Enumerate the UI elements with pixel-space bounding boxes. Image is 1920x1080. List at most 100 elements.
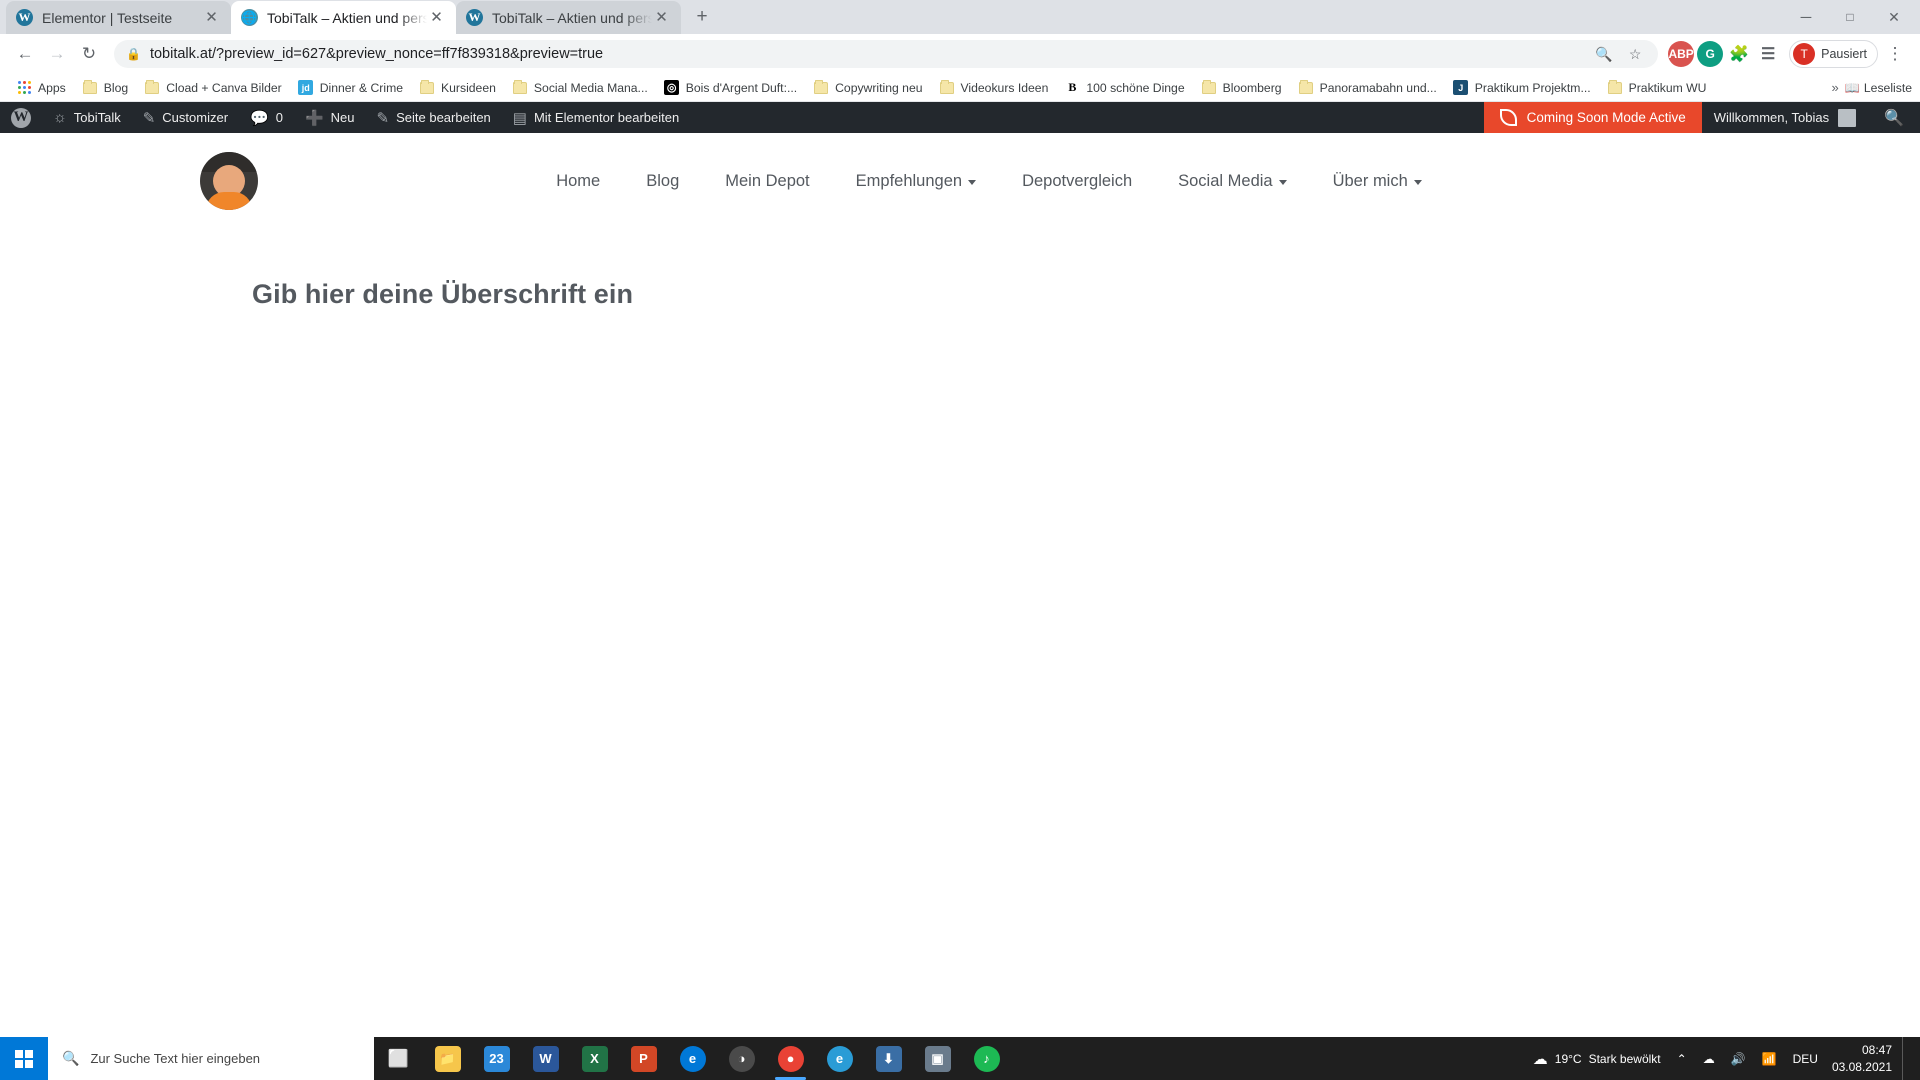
spotify-icon[interactable]: ♪	[962, 1037, 1011, 1080]
site-header: Home Blog Mein Depot Empfehlungen Depotv…	[0, 133, 1920, 229]
tray-language-label[interactable]: DEU	[1785, 1052, 1826, 1066]
avatar: T	[1793, 43, 1816, 65]
profile-button[interactable]: T Pausiert	[1789, 40, 1878, 68]
calendar-icon[interactable]: 23	[472, 1037, 521, 1080]
nav-item-home[interactable]: Home	[533, 164, 623, 199]
minimize-button[interactable]: ─	[1784, 2, 1828, 32]
task-view-icon[interactable]: ⬜	[374, 1037, 423, 1080]
bookmark-item[interactable]: Kursideen	[411, 77, 504, 99]
bookmark-label: Apps	[38, 80, 66, 95]
address-bar[interactable]: 🔒 tobitalk.at/?preview_id=627&preview_no…	[114, 40, 1659, 68]
bookmark-item[interactable]: Videokurs Ideen	[931, 77, 1057, 99]
tray-onedrive-icon[interactable]: ☁	[1695, 1052, 1723, 1066]
admin-item-comments[interactable]: 💬 0	[239, 102, 294, 133]
edge-icon[interactable]: e	[668, 1037, 717, 1080]
tray-volume-icon[interactable]: 🔊	[1723, 1052, 1754, 1066]
bookmarks-overflow-icon[interactable]: »	[1825, 78, 1844, 97]
bookmark-item[interactable]: jd Dinner & Crime	[290, 77, 411, 99]
bookmark-item[interactable]: J Praktikum Projektm...	[1445, 77, 1599, 99]
weather-desc: Stark bewölkt	[1588, 1051, 1661, 1066]
nav-item-depotvergleich[interactable]: Depotvergleich	[999, 164, 1155, 199]
browser-tab-2[interactable]: TobiTalk – Aktien und persönliche ✕	[231, 1, 456, 34]
word-icon[interactable]: W	[521, 1037, 570, 1080]
tray-chevron-icon[interactable]: ⌃	[1669, 1052, 1695, 1066]
bookmark-apps[interactable]: Apps	[8, 77, 74, 99]
browser-window: Elementor | Testseite ✕ TobiTalk – Aktie…	[0, 0, 1920, 1037]
bookmark-label: Praktikum WU	[1628, 80, 1707, 95]
tray-network-icon[interactable]: 📶	[1754, 1052, 1785, 1066]
converter-icon[interactable]: ⬇	[864, 1037, 913, 1080]
bookmark-item[interactable]: Praktikum WU	[1599, 77, 1715, 99]
clock-date: 03.08.2021	[1831, 1059, 1892, 1074]
bookmark-item[interactable]: ◎ Bois d'Argent Duft:...	[656, 77, 805, 99]
taskbar-search-input[interactable]: 🔍 Zur Suche Text hier eingeben	[48, 1037, 374, 1080]
bookmark-item[interactable]: Social Media Mana...	[504, 77, 656, 99]
coming-soon-badge[interactable]: Coming Soon Mode Active	[1483, 102, 1702, 133]
start-button[interactable]	[0, 1037, 48, 1080]
site-logo-avatar[interactable]	[200, 152, 258, 210]
bookmark-star-icon[interactable]: ☆	[1624, 43, 1646, 65]
site-content: Home Blog Mein Depot Empfehlungen Depotv…	[0, 133, 1920, 993]
powerpoint-icon[interactable]: P	[619, 1037, 668, 1080]
reading-list-label: Leseliste	[1863, 80, 1912, 95]
window-close-button[interactable]: ✕	[1872, 2, 1916, 32]
bookmark-item[interactable]: Cload + Canva Bilder	[136, 77, 290, 99]
admin-item-edit-elementor[interactable]: ▤ Mit Elementor bearbeiten	[502, 102, 690, 133]
close-icon[interactable]: ✕	[652, 8, 671, 27]
bookmark-item[interactable]: Bloomberg	[1193, 77, 1290, 99]
admin-item-site[interactable]: ☼ TobiTalk	[42, 102, 132, 133]
edge2-icon[interactable]: e	[815, 1037, 864, 1080]
bookmark-item[interactable]: Blog	[74, 77, 136, 99]
photos-icon[interactable]: ▣	[913, 1037, 962, 1080]
puzzle-extensions-icon[interactable]: 🧩	[1726, 41, 1752, 67]
close-icon[interactable]: ✕	[202, 8, 221, 27]
close-icon[interactable]: ✕	[427, 8, 446, 27]
chevron-down-icon	[968, 180, 977, 185]
admin-user-greeting[interactable]: Willkommen, Tobias	[1702, 102, 1868, 133]
lock-icon: 🔒	[126, 47, 141, 61]
wordpress-admin-bar: W ☼ TobiTalk ✎ Customizer 💬 0 ➕ Neu ✎ Se…	[0, 102, 1920, 133]
excel-icon[interactable]: X	[570, 1037, 619, 1080]
folder-icon	[1298, 79, 1314, 96]
nav-item-ueber-mich[interactable]: Über mich	[1310, 164, 1445, 199]
nav-label: Depotvergleich	[1022, 171, 1133, 190]
nav-label: Empfehlungen	[855, 171, 963, 190]
bookmark-item[interactable]: Copywriting neu	[805, 77, 930, 99]
paintbrush-icon: ✎	[142, 109, 156, 127]
media-player-icon[interactable]: ◑	[717, 1037, 766, 1080]
taskbar-clock[interactable]: 08:47 03.08.2021	[1826, 1042, 1902, 1074]
wordpress-logo-button[interactable]: W	[0, 102, 42, 133]
bookmark-item[interactable]: B 100 schöne Dinge	[1056, 77, 1192, 99]
forward-icon[interactable]: →	[42, 39, 72, 69]
zoom-icon[interactable]: 🔍	[1593, 43, 1615, 65]
apps-grid-icon	[16, 80, 32, 96]
show-desktop-button[interactable]	[1902, 1037, 1910, 1080]
admin-item-edit-page[interactable]: ✎ Seite bearbeiten	[366, 102, 502, 133]
new-tab-button[interactable]: +	[687, 2, 717, 32]
chrome-menu-icon[interactable]: ⋮	[1880, 39, 1910, 69]
nav-item-empfehlungen[interactable]: Empfehlungen	[833, 164, 999, 199]
adblock-extension-icon[interactable]: ABP	[1668, 41, 1695, 67]
chrome-icon[interactable]: ●	[766, 1037, 815, 1080]
weather-widget[interactable]: ☁ 19°C Stark bewölkt	[1525, 1050, 1669, 1068]
grammarly-extension-icon[interactable]: G	[1697, 41, 1724, 67]
back-icon[interactable]: ←	[10, 39, 40, 69]
nav-item-blog[interactable]: Blog	[623, 164, 702, 199]
browser-tab-3[interactable]: TobiTalk – Aktien und persönliche ✕	[456, 1, 681, 34]
admin-item-new[interactable]: ➕ Neu	[294, 102, 366, 133]
bookmark-item[interactable]: Panoramabahn und...	[1290, 77, 1445, 99]
cloud-icon: ☁	[1532, 1050, 1548, 1068]
reload-icon[interactable]: ↻	[74, 39, 104, 69]
reading-list-icon[interactable]: ☰	[1755, 41, 1781, 67]
nav-label: Mein Depot	[725, 171, 810, 190]
browser-tab-1[interactable]: Elementor | Testseite ✕	[6, 1, 231, 34]
nav-item-social-media[interactable]: Social Media	[1155, 164, 1309, 199]
file-explorer-icon[interactable]: 📁	[423, 1037, 472, 1080]
nav-label: Über mich	[1332, 171, 1408, 190]
maximize-button[interactable]: □	[1828, 2, 1872, 32]
elementor-icon: ▤	[512, 109, 527, 127]
reading-list-button[interactable]: 📖 Leseliste	[1845, 81, 1912, 95]
nav-item-mein-depot[interactable]: Mein Depot	[702, 164, 832, 199]
admin-item-customizer[interactable]: ✎ Customizer	[132, 102, 239, 133]
admin-search-icon[interactable]: 🔍	[1868, 102, 1920, 133]
